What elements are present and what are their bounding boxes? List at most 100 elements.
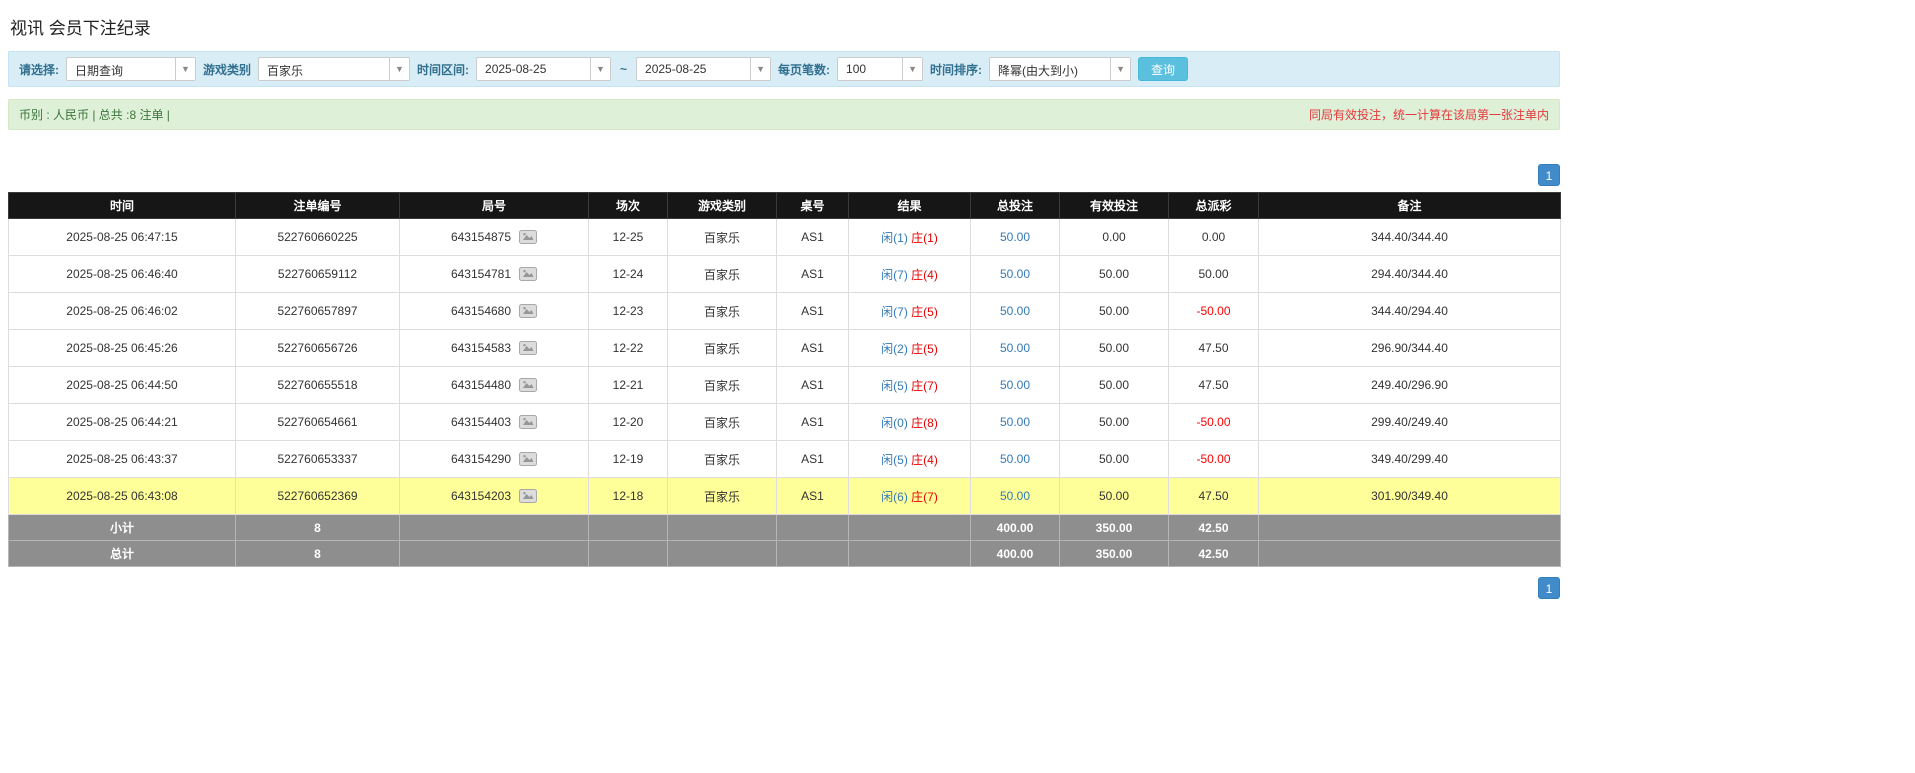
payout-cell: 47.50 xyxy=(1169,330,1259,367)
round-detail-icon[interactable] xyxy=(519,489,537,503)
search-button[interactable]: 查询 xyxy=(1138,57,1188,81)
session-cell: 12-19 xyxy=(589,441,668,478)
result-cell: 闲(0) 庄(8) xyxy=(849,404,971,441)
payout-cell: 50.00 xyxy=(1169,256,1259,293)
table-row[interactable]: 2025-08-25 06:46:40522760659112643154781… xyxy=(9,256,1561,293)
total-count: 8 xyxy=(236,541,400,567)
table-row[interactable]: 2025-08-25 06:43:37522760653337643154290… xyxy=(9,441,1561,478)
date-from-select[interactable]: 2025-08-25 ▼ xyxy=(476,57,611,81)
game-type-select[interactable]: 百家乐 ▼ xyxy=(258,57,410,81)
info-bar: 币别 : 人民币 | 总共 :8 注单 | 同局有效投注，统一计算在该局第一张注… xyxy=(8,99,1560,130)
column-header-1: 注单编号 xyxy=(236,193,400,219)
bet-id-cell: 522760655518 xyxy=(236,367,400,404)
valid-bet-cell: 50.00 xyxy=(1060,478,1169,515)
round-number: 643154875 xyxy=(451,230,511,244)
result-banker: 庄(5) xyxy=(911,305,938,319)
table-no-cell: AS1 xyxy=(777,404,849,441)
round-cell: 643154480 xyxy=(400,367,589,404)
round-detail-icon[interactable] xyxy=(519,341,537,355)
table-row[interactable]: 2025-08-25 06:44:21522760654661 643154403… xyxy=(9,404,1561,441)
page-number-button[interactable]: 1 xyxy=(1538,164,1560,186)
bet-id-cell: 522760657897 xyxy=(236,293,400,330)
result-banker: 庄(4) xyxy=(911,453,938,467)
round-detail-icon[interactable] xyxy=(519,267,537,281)
table-row[interactable]: 2025-08-25 06:47:15522760660225 643154875… xyxy=(9,219,1561,256)
valid-bet-cell: 0.00 xyxy=(1060,219,1169,256)
query-type-select[interactable]: 日期查询 ▼ xyxy=(66,57,196,81)
total-bet-link[interactable]: 50.00 xyxy=(1000,304,1030,318)
result-cell: 闲(2) 庄(5) xyxy=(849,330,971,367)
column-header-4: 游戏类别 xyxy=(668,193,777,219)
subtotal-row: 小计 8 400.00 350.00 42.50 xyxy=(9,515,1561,541)
table-no-cell: AS1 xyxy=(777,219,849,256)
query-type-label: 请选择: xyxy=(19,61,59,78)
chevron-down-icon[interactable]: ▼ xyxy=(902,58,922,80)
date-from-value: 2025-08-25 xyxy=(477,58,590,80)
total-bet-cell: 50.00 xyxy=(971,478,1060,515)
time-cell: 2025-08-25 06:44:21 xyxy=(9,404,236,441)
game-type-cell: 百家乐 xyxy=(668,441,777,478)
sort-order-select[interactable]: 降幂(由大到小) ▼ xyxy=(989,57,1131,81)
total-payout: 42.50 xyxy=(1169,541,1259,567)
round-number: 643154781 xyxy=(451,267,511,281)
result-cell: 闲(5) 庄(4) xyxy=(849,441,971,478)
page-number-button[interactable]: 1 xyxy=(1538,577,1560,599)
result-cell: 闲(7) 庄(4) xyxy=(849,256,971,293)
round-number: 643154203 xyxy=(451,489,511,503)
total-bet-link[interactable]: 50.00 xyxy=(1000,452,1030,466)
bet-id-cell: 522760653337 xyxy=(236,441,400,478)
chevron-down-icon[interactable]: ▼ xyxy=(590,58,610,80)
subtotal-total-bet: 400.00 xyxy=(971,515,1060,541)
total-bet-link[interactable]: 50.00 xyxy=(1000,415,1030,429)
total-bet-link[interactable]: 50.00 xyxy=(1000,341,1030,355)
chevron-down-icon[interactable]: ▼ xyxy=(389,58,409,80)
sort-order-value: 降幂(由大到小) xyxy=(990,58,1110,80)
table-no-cell: AS1 xyxy=(777,441,849,478)
note-cell: 349.40/299.40 xyxy=(1259,441,1561,478)
chevron-down-icon[interactable]: ▼ xyxy=(750,58,770,80)
round-detail-icon[interactable] xyxy=(519,378,537,392)
result-cell: 闲(7) 庄(5) xyxy=(849,293,971,330)
result-banker: 庄(7) xyxy=(911,379,938,393)
total-bet-cell: 50.00 xyxy=(971,219,1060,256)
table-row[interactable]: 2025-08-25 06:43:08522760652369643154203… xyxy=(9,478,1561,515)
table-row[interactable]: 2025-08-25 06:46:02522760657897643154680… xyxy=(9,293,1561,330)
note-cell: 299.40/249.40 xyxy=(1259,404,1561,441)
page-size-select[interactable]: 100 ▼ xyxy=(837,57,923,81)
total-bet-link[interactable]: 50.00 xyxy=(1000,267,1030,281)
bet-id-cell: 522760660225 xyxy=(236,219,400,256)
round-detail-icon[interactable] xyxy=(519,304,537,318)
chevron-down-icon[interactable]: ▼ xyxy=(175,58,195,80)
payout-cell: 47.50 xyxy=(1169,478,1259,515)
round-detail-icon[interactable] xyxy=(519,452,537,466)
total-bet-link[interactable]: 50.00 xyxy=(1000,489,1030,503)
total-bet-link[interactable]: 50.00 xyxy=(1000,230,1030,244)
date-to-value: 2025-08-25 xyxy=(637,58,750,80)
round-detail-icon[interactable] xyxy=(519,230,537,244)
date-to-select[interactable]: 2025-08-25 ▼ xyxy=(636,57,771,81)
result-banker: 庄(5) xyxy=(911,342,938,356)
bet-id-cell: 522760654661 xyxy=(236,404,400,441)
round-cell: 643154290 xyxy=(400,441,589,478)
round-number: 643154403 xyxy=(451,415,511,429)
column-header-5: 桌号 xyxy=(777,193,849,219)
table-no-cell: AS1 xyxy=(777,256,849,293)
table-header-row: 时间注单编号局号场次游戏类别桌号结果总投注有效投注总派彩备注 xyxy=(9,193,1561,219)
table-row[interactable]: 2025-08-25 06:44:50522760655518643154480… xyxy=(9,367,1561,404)
valid-bet-cell: 50.00 xyxy=(1060,256,1169,293)
query-type-value: 日期查询 xyxy=(67,58,175,80)
round-cell: 643154781 xyxy=(400,256,589,293)
round-detail-icon[interactable] xyxy=(519,415,537,429)
table-row[interactable]: 2025-08-25 06:45:26522760656726643154583… xyxy=(9,330,1561,367)
time-cell: 2025-08-25 06:46:40 xyxy=(9,256,236,293)
pagination-top: 1 xyxy=(8,164,1560,186)
total-bet-link[interactable]: 50.00 xyxy=(1000,378,1030,392)
result-player: 闲(2) xyxy=(881,342,908,356)
time-cell: 2025-08-25 06:47:15 xyxy=(9,219,236,256)
chevron-down-icon[interactable]: ▼ xyxy=(1110,58,1130,80)
subtotal-label: 小计 xyxy=(9,515,236,541)
page-size-label: 每页笔数: xyxy=(778,61,830,78)
result-player: 闲(7) xyxy=(881,268,908,282)
column-header-0: 时间 xyxy=(9,193,236,219)
payout-cell: -50.00 xyxy=(1169,441,1259,478)
